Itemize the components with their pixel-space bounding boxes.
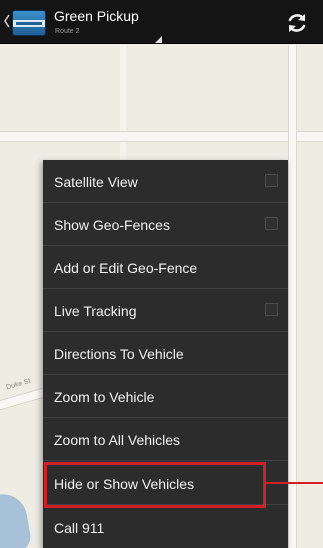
menu-item-label: Add or Edit Geo-Fence (54, 260, 198, 276)
screen: Duke St Green Pickup Route 2 Satellite V… (0, 0, 323, 548)
menu-item-directions-to-vehicle[interactable]: Directions To Vehicle (43, 332, 288, 375)
callout-line (266, 482, 323, 484)
action-bar: Green Pickup Route 2 (0, 0, 323, 44)
page-subtitle: Route 2 (55, 28, 80, 35)
menu-item-label: Satellite View (54, 174, 138, 190)
menu-item-add-edit-geo-fence[interactable]: Add or Edit Geo-Fence (43, 246, 288, 289)
chevron-left-icon[interactable] (4, 14, 10, 28)
map-road (288, 45, 297, 548)
menu-item-label: Show Geo-Fences (54, 217, 170, 233)
menu-item-call-911[interactable]: Call 911 (43, 506, 288, 548)
spinner-indicator-icon[interactable] (155, 36, 162, 43)
menu-item-zoom-to-vehicle[interactable]: Zoom to Vehicle (43, 375, 288, 418)
app-logo-icon[interactable] (12, 10, 46, 36)
menu-item-label: Zoom to Vehicle (54, 389, 155, 405)
menu-item-label: Live Tracking (54, 303, 137, 319)
page-title: Green Pickup (54, 8, 139, 24)
map-road (0, 131, 323, 142)
map-road-label: Duke St (5, 377, 32, 392)
live-tracking-checkbox[interactable] (265, 303, 278, 316)
menu-item-satellite-view[interactable]: Satellite View (43, 160, 288, 203)
map-water (0, 490, 33, 548)
menu-item-label: Directions To Vehicle (54, 346, 184, 362)
refresh-icon[interactable] (282, 8, 312, 38)
map-road (120, 45, 126, 160)
menu-item-zoom-to-all-vehicles[interactable]: Zoom to All Vehicles (43, 418, 288, 461)
menu-item-show-geo-fences[interactable]: Show Geo-Fences (43, 203, 288, 246)
menu-item-live-tracking[interactable]: Live Tracking (43, 289, 288, 332)
satellite-view-checkbox[interactable] (265, 174, 278, 187)
highlight-annotation (44, 462, 266, 508)
menu-item-label: Zoom to All Vehicles (54, 432, 181, 448)
show-geo-fences-checkbox[interactable] (265, 217, 278, 230)
menu-item-label: Call 911 (54, 520, 105, 536)
